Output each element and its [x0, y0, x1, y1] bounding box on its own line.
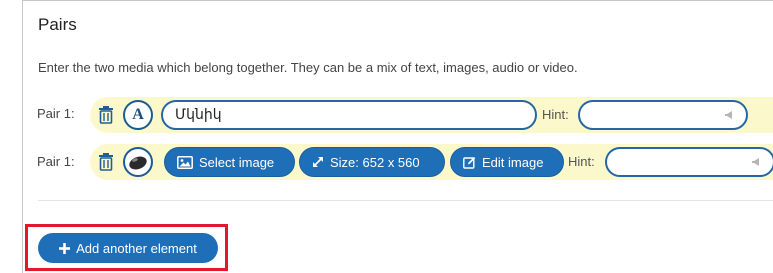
select-image-label: Select image [199, 154, 275, 170]
hint-input[interactable] [605, 147, 773, 177]
add-element-button[interactable]: Add another element [38, 233, 218, 263]
size-button[interactable]: Size: 652 x 560 [299, 147, 445, 177]
pair-text-input[interactable]: Մկնիկ [161, 100, 537, 130]
trash-icon[interactable] [98, 153, 114, 171]
edit-icon [463, 156, 476, 169]
image-type-icon[interactable] [123, 147, 153, 177]
add-element-label: Add another element [76, 240, 197, 256]
trash-icon[interactable] [98, 106, 114, 124]
pair-row-image: Select image Size: 652 x 560 Edit image … [90, 144, 773, 180]
edit-image-button[interactable]: Edit image [450, 147, 564, 177]
mouse-thumbnail-icon [129, 156, 147, 170]
hint-input[interactable] [578, 100, 748, 130]
section-title: Pairs [38, 15, 77, 34]
divider [38, 200, 773, 201]
resize-arrows-icon [313, 157, 323, 167]
select-image-button[interactable]: Select image [164, 147, 295, 177]
pair-label: Pair 1: [37, 154, 75, 169]
pair-label: Pair 1: [37, 106, 75, 121]
section-description: Enter the two media which belong togethe… [38, 60, 578, 75]
speaker-icon [725, 111, 732, 119]
hint-label: Hint: [542, 107, 569, 122]
size-label: Size: 652 x 560 [330, 154, 420, 170]
picture-icon [177, 155, 193, 169]
text-type-icon[interactable]: A [123, 100, 153, 130]
hint-label: Hint: [568, 154, 595, 169]
plus-icon [59, 242, 71, 254]
text-type-glyph: A [132, 106, 144, 123]
pair-row-text: A Մկնիկ Hint: [90, 97, 773, 133]
speaker-icon [752, 158, 759, 166]
edit-image-label: Edit image [482, 154, 544, 170]
